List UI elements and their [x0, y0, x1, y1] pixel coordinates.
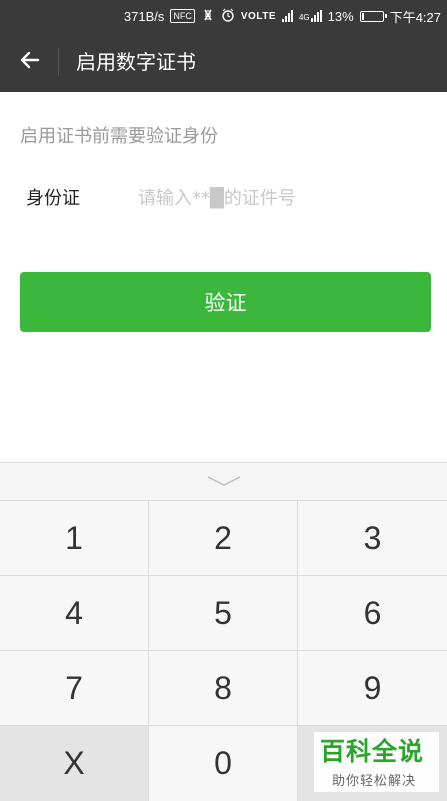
- key-3[interactable]: 3: [298, 501, 447, 576]
- watermark-subtitle: 助你轻松解决: [332, 774, 417, 789]
- volte-indicator: VOLTE: [240, 10, 276, 22]
- verification-hint: 启用证书前需要验证身份: [20, 126, 218, 147]
- signal-4g-icon: [310, 10, 322, 22]
- page-title: 启用数字证书: [76, 50, 196, 74]
- key-x[interactable]: X: [0, 726, 149, 801]
- back-button[interactable]: [12, 44, 48, 80]
- watermark-title: 百科全说: [320, 737, 425, 766]
- key-7[interactable]: 7: [0, 651, 149, 726]
- vibrate-icon: [201, 9, 215, 24]
- header-divider: [58, 48, 59, 76]
- key-0[interactable]: 0: [149, 726, 298, 801]
- signal-icon: [281, 10, 293, 22]
- network-type-4g: 4G: [299, 10, 322, 22]
- status-time: 下午4:27: [389, 9, 441, 25]
- chevron-down-icon: [206, 472, 242, 491]
- status-bar: 371B/s NFC VOLTE 4G 13% 下午4:27: [0, 0, 447, 32]
- key-8[interactable]: 8: [149, 651, 298, 726]
- network-type-label: 4G: [298, 13, 310, 22]
- keyboard-collapse-button[interactable]: [0, 463, 447, 501]
- key-2[interactable]: 2: [149, 501, 298, 576]
- alarm-icon: [221, 8, 235, 25]
- key-9[interactable]: 9: [298, 651, 447, 726]
- network-speed: 371B/s: [123, 8, 165, 24]
- verify-button[interactable]: 验证: [20, 272, 431, 332]
- baike-watermark-logo: 百科全说 助你轻松解决: [314, 732, 439, 792]
- key-5[interactable]: 5: [149, 576, 298, 651]
- id-card-label: 身份证: [26, 188, 80, 209]
- key-1[interactable]: 1: [0, 501, 149, 576]
- key-6[interactable]: 6: [298, 576, 447, 651]
- battery-percent: 13%: [327, 8, 354, 24]
- key-4[interactable]: 4: [0, 576, 149, 651]
- nfc-icon: NFC: [170, 9, 195, 23]
- id-card-input[interactable]: [138, 180, 428, 216]
- app-header: 启用数字证书: [0, 32, 447, 92]
- arrow-left-icon: [18, 48, 42, 76]
- battery-icon: [359, 10, 387, 22]
